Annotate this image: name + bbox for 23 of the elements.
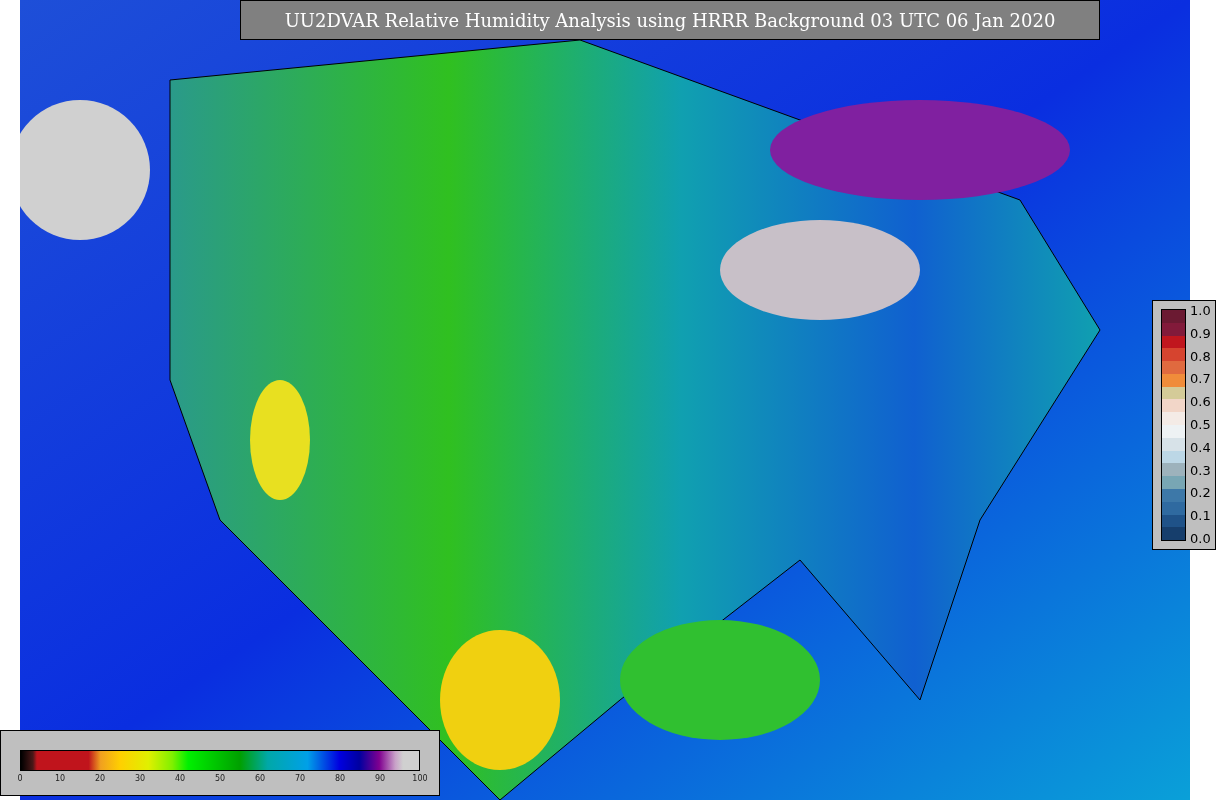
tick-label: 90 <box>373 773 387 785</box>
tick-label: 50 <box>213 773 227 785</box>
tick-label: 0.8 <box>1190 349 1211 364</box>
tick-label: 100 <box>411 773 429 785</box>
tick-label: 0.6 <box>1190 395 1211 410</box>
tick-label: 0.3 <box>1190 463 1211 478</box>
tick-label: 0.1 <box>1190 509 1211 524</box>
tick-label: 20 <box>93 773 107 785</box>
tick-label: 0.2 <box>1190 486 1211 501</box>
map-title: UU2DVAR Relative Humidity Analysis using HRRR Background 03 UTC 06 Jan 2020 <box>240 0 1100 40</box>
tick-label: 0.9 <box>1190 326 1211 341</box>
tick-label: 40 <box>173 773 187 785</box>
tick-label: 80 <box>333 773 347 785</box>
tick-label: 0.0 <box>1190 531 1211 546</box>
tick-label: 1.0 <box>1190 304 1211 318</box>
tick-label: 0.4 <box>1190 440 1211 455</box>
tick-label: 0.7 <box>1190 372 1211 387</box>
tick-label: 30 <box>133 773 147 785</box>
tick-label: 0.5 <box>1190 418 1211 432</box>
tick-label: 70 <box>293 773 307 785</box>
tick-label: 10 <box>53 773 67 785</box>
tick-label: 60 <box>253 773 267 785</box>
tick-label: 0 <box>16 773 24 785</box>
